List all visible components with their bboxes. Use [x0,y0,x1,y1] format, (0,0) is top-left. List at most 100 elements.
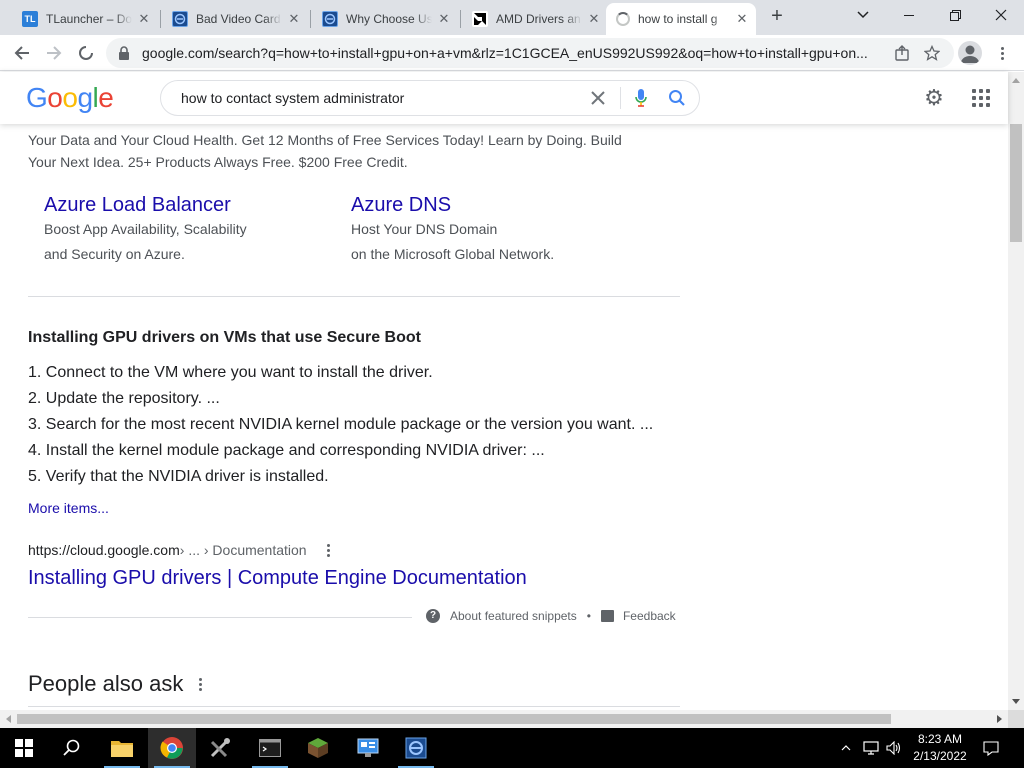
divider [28,296,680,297]
sitelink-desc-line: and Security on Azure. [44,246,185,262]
logo-letter: g [77,82,93,113]
sitelink-desc-line: Boost App Availability, Scalability [44,221,247,237]
loading-spinner-icon [79,46,93,60]
divider [28,706,680,707]
sitelink-azure-load-balancer: Azure Load Balancer Boost App Availabili… [44,194,247,266]
google-apps-icon[interactable] [972,89,990,107]
bookmark-star-icon[interactable] [922,43,942,63]
google-logo[interactable]: Google [26,82,114,114]
lock-icon[interactable] [118,46,130,60]
tab-separator [160,10,161,28]
tab-why-choose-us[interactable]: Why Choose Us ✕ [312,3,458,35]
arrow-right-icon [47,46,62,60]
profile-avatar-icon[interactable] [958,41,982,65]
system-clock[interactable]: 8:23 AM 2/13/2022 [900,731,980,765]
people-also-ask-heading: People also ask [28,671,203,697]
close-icon[interactable]: ✕ [586,11,602,27]
minecraft-block-icon [308,738,328,758]
close-icon[interactable]: ✕ [136,11,152,27]
scroll-left-arrow-icon[interactable] [6,715,11,723]
taskbar-file-explorer[interactable] [98,728,146,768]
address-bar[interactable]: google.com/search?q=how+to+install+gpu+o… [106,38,954,68]
about-featured-snippets-link[interactable]: About featured snippets [450,609,577,623]
minimize-button[interactable] [886,0,932,30]
stop-loading-button[interactable] [72,39,100,67]
logo-letter: o [62,82,78,113]
share-icon[interactable] [892,43,912,63]
tab-amd-drivers[interactable]: AMD Drivers an ✕ [462,3,608,35]
edge-blue-icon [322,11,338,27]
more-options-icon[interactable] [326,543,330,557]
close-icon[interactable]: ✕ [286,11,302,27]
tab-search-button[interactable] [840,0,886,30]
divider [620,87,621,109]
sitelink-title[interactable]: Azure DNS [351,194,554,216]
tab-separator [310,10,311,28]
terminal-icon [259,739,281,757]
cite-breadcrumb: › ... › Documentation [179,542,307,558]
clock-date: 2/13/2022 [913,749,967,763]
search-icon[interactable] [663,84,691,112]
search-results: Your Data and Your Cloud Health. Get 12 … [0,124,1008,710]
tab-bad-video-card[interactable]: Bad Video Card ✕ [162,3,308,35]
taskbar-chrome[interactable] [148,728,196,768]
minimize-icon [904,14,914,16]
show-hidden-icons-chevron-up-icon[interactable] [836,728,856,768]
scroll-right-arrow-icon[interactable] [997,715,1002,723]
taskbar-tools[interactable] [196,728,244,768]
clear-icon[interactable] [584,84,612,112]
new-tab-button[interactable]: + [765,5,789,29]
back-button[interactable] [8,39,36,67]
loading-spinner-icon [616,12,630,26]
list-item: 2. Update the repository. ... [28,390,220,407]
tab-tlauncher[interactable]: TL TLauncher – Do ✕ [12,3,158,35]
forward-button[interactable] [40,39,68,67]
paa-title: People also ask [28,671,184,696]
scroll-up-arrow-icon[interactable] [1012,78,1020,83]
sitelink-desc-line: on the Microsoft Global Network. [351,246,555,262]
start-button[interactable] [0,728,48,768]
network-icon[interactable] [860,728,882,768]
windows-logo-icon [15,739,33,757]
scrollbar-thumb[interactable] [1010,124,1022,242]
microphone-icon[interactable] [627,84,655,112]
close-icon[interactable]: ✕ [436,11,452,27]
feedback-link[interactable]: Feedback [623,609,676,623]
search-input[interactable] [181,90,584,106]
taskbar-edge-app[interactable] [392,728,440,768]
url-text[interactable]: google.com/search?q=how+to+install+gpu+o… [142,45,882,61]
scrollbar-thumb[interactable] [17,714,891,724]
scroll-down-arrow-icon[interactable] [1012,699,1020,704]
arrow-left-icon [14,46,29,60]
search-box[interactable] [160,80,700,116]
help-icon: ? [426,609,440,623]
restore-button[interactable] [932,0,978,30]
close-icon[interactable]: ✕ [734,11,750,27]
list-item: 3. Search for the most recent NVIDIA ker… [28,416,654,433]
browser-menu-icon[interactable] [992,41,1012,65]
tab-title: AMD Drivers an [496,12,581,26]
browser-toolbar: google.com/search?q=how+to+install+gpu+o… [0,35,1024,71]
list-item: 4. Install the kernel module package and… [28,442,545,459]
google-header: Google ⚙ [0,72,1008,124]
result-title-link[interactable]: Installing GPU drivers | Compute Engine … [28,567,527,590]
sitelink-title[interactable]: Azure Load Balancer [44,194,247,216]
taskbar-command-prompt[interactable] [246,728,294,768]
taskbar-minecraft[interactable] [294,728,342,768]
tab-google-search-active[interactable]: how to install g ✕ [606,3,756,35]
close-window-button[interactable] [978,0,1024,30]
chrome-icon [160,737,183,759]
cite-domain: https://cloud.google.com [28,542,180,558]
vertical-scrollbar[interactable] [1008,72,1024,710]
search-button[interactable] [48,728,96,768]
action-center-notifications-icon[interactable] [980,728,1002,768]
horizontal-scrollbar[interactable] [0,710,1008,728]
taskbar-control-panel[interactable] [344,728,392,768]
tlauncher-favicon-icon: TL [22,11,38,27]
settings-gear-icon[interactable]: ⚙ [922,86,946,110]
more-items-link[interactable]: More items... [28,500,109,516]
more-options-icon[interactable] [199,677,203,691]
edge-blue-icon [172,11,188,27]
restore-icon [949,9,961,21]
folder-icon [111,741,133,757]
